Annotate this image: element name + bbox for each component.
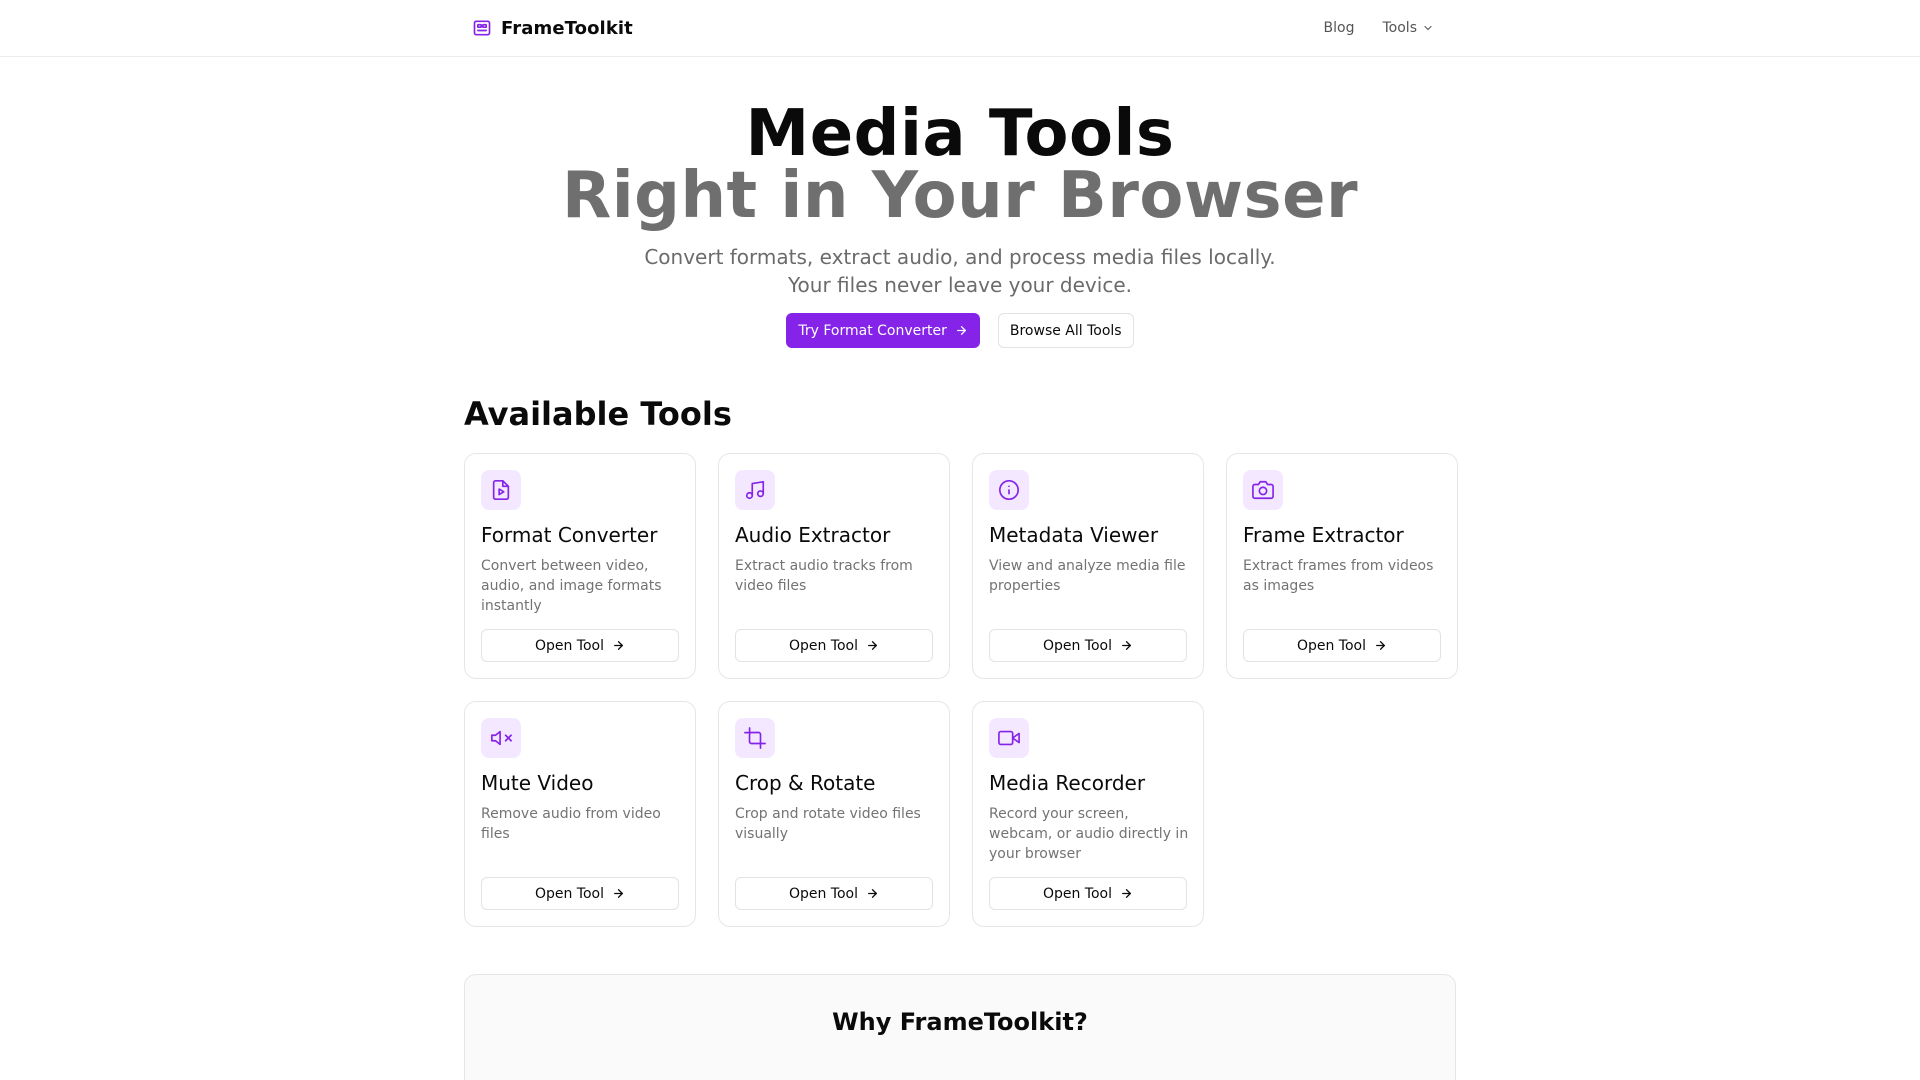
hero-title-line1: Media Tools — [745, 97, 1175, 171]
file-video-icon — [481, 470, 521, 510]
tool-card-mute-video: Mute Video Remove audio from video files… — [464, 701, 696, 927]
open-tool-label: Open Tool — [534, 637, 605, 654]
hero-title-line2: Right in Your Browser — [561, 159, 1359, 233]
site-header: FrameToolkit Blog Tools — [0, 0, 1920, 57]
hero-subtitle-line2: Your files never leave your device. — [788, 273, 1132, 297]
open-tool-button[interactable]: Open Tool — [989, 629, 1187, 662]
open-tool-label: Open Tool — [534, 885, 605, 902]
arrow-right-icon — [866, 639, 879, 652]
tool-card-description: Extract frames from videos as images — [1243, 558, 1434, 594]
arrow-right-icon — [1120, 887, 1133, 900]
browse-all-tools-button[interactable]: Browse All Tools — [997, 313, 1134, 348]
open-tool-button[interactable]: Open Tool — [735, 877, 933, 910]
volume-x-icon — [481, 718, 521, 758]
tool-card-description: Extract audio tracks from video files — [735, 558, 913, 594]
tool-card-title: Frame Extractor — [1243, 523, 1404, 547]
chevron-down-icon — [1422, 22, 1434, 34]
open-tool-label: Open Tool — [788, 637, 859, 654]
tool-card-description: Convert between video, audio, and image … — [481, 558, 662, 614]
tool-card-audio-extractor: Audio Extractor Extract audio tracks fro… — [718, 453, 950, 679]
tools-grid: Format Converter Convert between video, … — [464, 453, 1458, 927]
tool-card-title: Crop & Rotate — [735, 771, 876, 795]
nav-tools-dropdown[interactable]: Tools — [1383, 20, 1435, 36]
tool-card-title: Metadata Viewer — [989, 523, 1159, 547]
tool-card-description: Record your screen, webcam, or audio dir… — [989, 806, 1189, 862]
hero-subtitle-line1: Convert formats, extract audio, and proc… — [644, 245, 1276, 269]
tool-card-title: Audio Extractor — [735, 523, 891, 547]
hero: Media Tools Right in Your Browser Conver… — [0, 57, 1920, 348]
tool-card-format-converter: Format Converter Convert between video, … — [464, 453, 696, 679]
open-tool-label: Open Tool — [788, 885, 859, 902]
arrow-right-icon — [866, 887, 879, 900]
arrow-right-icon — [612, 639, 625, 652]
tool-card-title: Media Recorder — [989, 771, 1146, 795]
open-tool-button[interactable]: Open Tool — [481, 877, 679, 910]
open-tool-label: Open Tool — [1042, 637, 1113, 654]
tool-card-description: View and analyze media file properties — [989, 558, 1186, 594]
tool-card-title: Mute Video — [481, 771, 594, 795]
nav-blog-link[interactable]: Blog — [1324, 20, 1355, 36]
open-tool-label: Open Tool — [1296, 637, 1367, 654]
camera-icon — [1243, 470, 1283, 510]
tool-card-metadata-viewer: Metadata Viewer View and analyze media f… — [972, 453, 1204, 679]
try-format-converter-label: Try Format Converter — [798, 322, 947, 339]
open-tool-button[interactable]: Open Tool — [481, 629, 679, 662]
frame-logo-icon — [472, 18, 492, 38]
arrow-right-icon — [1120, 639, 1133, 652]
hero-title: Media Tools Right in Your Browser — [0, 97, 1920, 233]
hero-actions: Try Format Converter Browse All Tools — [0, 313, 1920, 348]
arrow-right-icon — [955, 324, 968, 337]
open-tool-label: Open Tool — [1042, 885, 1113, 902]
hero-subtitle: Convert formats, extract audio, and proc… — [0, 243, 1920, 299]
why-section: Why FrameToolkit? — [464, 974, 1456, 1080]
crop-icon — [735, 718, 775, 758]
try-format-converter-button[interactable]: Try Format Converter — [786, 313, 980, 348]
nav-tools-label: Tools — [1382, 20, 1418, 36]
open-tool-button[interactable]: Open Tool — [735, 629, 933, 662]
tool-card-crop-rotate: Crop & Rotate Crop and rotate video file… — [718, 701, 950, 927]
tools-section-title: Available Tools — [464, 395, 732, 433]
info-icon — [989, 470, 1029, 510]
video-camera-icon — [989, 718, 1029, 758]
brand-link[interactable]: FrameToolkit — [472, 18, 633, 39]
open-tool-button[interactable]: Open Tool — [989, 877, 1187, 910]
arrow-right-icon — [1374, 639, 1387, 652]
tool-card-media-recorder: Media Recorder Record your screen, webca… — [972, 701, 1204, 927]
tool-card-title: Format Converter — [481, 523, 658, 547]
tool-card-description: Remove audio from video files — [481, 806, 661, 842]
why-section-title: Why FrameToolkit? — [832, 1008, 1088, 1036]
open-tool-button[interactable]: Open Tool — [1243, 629, 1441, 662]
arrow-right-icon — [612, 887, 625, 900]
tool-card-frame-extractor: Frame Extractor Extract frames from vide… — [1226, 453, 1458, 679]
tool-card-description: Crop and rotate video files visually — [735, 806, 921, 842]
brand-name: FrameToolkit — [501, 17, 633, 39]
main-nav: Blog Tools — [1324, 20, 1434, 36]
music-icon — [735, 470, 775, 510]
header-inner: FrameToolkit Blog Tools — [464, 0, 1456, 56]
tools-section: Available Tools Format Converter Convert… — [464, 395, 1458, 1080]
